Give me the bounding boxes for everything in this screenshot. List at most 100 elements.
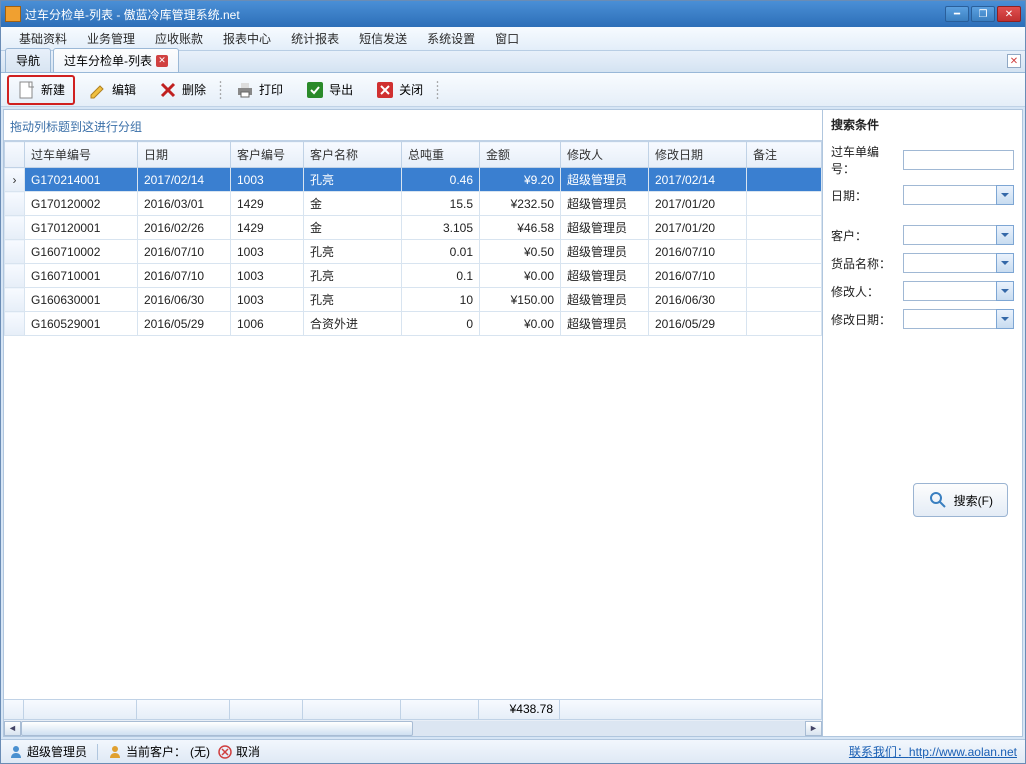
edit-button[interactable]: 编辑 [79, 76, 145, 104]
table-row[interactable]: G1606300012016/06/301003孔亮10¥150.00超级管理员… [5, 288, 822, 312]
dropdown-icon[interactable] [996, 185, 1014, 205]
menu-sms[interactable]: 短信发送 [349, 27, 417, 50]
content-area: 拖动列标题到这进行分组 过车单编号 日期 客户编号 客户名称 总吨重 金额 修改… [3, 109, 1023, 737]
dropdown-icon[interactable] [996, 309, 1014, 329]
export-button[interactable]: 导出 [296, 76, 362, 104]
search-button-wrap: 搜索(F) [823, 333, 1022, 736]
table-row[interactable]: G1701200022016/03/011429金15.5¥232.50超级管理… [5, 192, 822, 216]
status-customer: 当前客户： (无) 取消 [108, 743, 260, 760]
app-icon [5, 6, 21, 22]
toolbar: 新建 编辑 删除 打印 导出 关闭 [1, 73, 1025, 107]
table-row[interactable]: G1701200012016/02/261429金3.105¥46.58超级管理… [5, 216, 822, 240]
toolbar-sep [219, 78, 222, 102]
inp-product[interactable] [903, 253, 1014, 273]
tab-bar: 导航 过车分检单-列表 ✕ ✕ [1, 51, 1025, 73]
status-cust-label: 当前客户： [126, 743, 186, 760]
inp-modifier[interactable] [903, 281, 1014, 301]
col-mod[interactable]: 修改人 [561, 142, 649, 168]
lbl-product: 货品名称： [831, 255, 899, 272]
tab-list[interactable]: 过车分检单-列表 ✕ [53, 48, 179, 72]
user-icon [9, 745, 23, 759]
menu-basic[interactable]: 基础资料 [9, 27, 77, 50]
scroll-thumb[interactable] [21, 721, 413, 736]
delete-button[interactable]: 删除 [149, 76, 215, 104]
status-cancel[interactable]: 取消 [236, 743, 260, 760]
new-button[interactable]: 新建 [7, 75, 75, 105]
col-cno[interactable]: 客户编号 [231, 142, 304, 168]
close-icon [375, 80, 395, 100]
tab-list-label: 过车分检单-列表 [64, 52, 152, 69]
person-icon [108, 745, 122, 759]
menu-settings[interactable]: 系统设置 [417, 27, 485, 50]
close-button[interactable]: ✕ [997, 6, 1021, 22]
data-grid-header: 过车单编号 日期 客户编号 客户名称 总吨重 金额 修改人 修改日期 备注 ›G… [4, 141, 822, 336]
lbl-modifier: 修改人： [831, 283, 899, 300]
close-panel-button[interactable]: 关闭 [366, 76, 432, 104]
dropdown-icon[interactable] [996, 253, 1014, 273]
rowhdr-col[interactable] [5, 142, 25, 168]
col-wt[interactable]: 总吨重 [402, 142, 480, 168]
status-cust-value: (无) [190, 743, 210, 760]
lbl-billno: 过车单编号： [831, 143, 899, 177]
menu-window[interactable]: 窗口 [485, 27, 529, 50]
search-pane: 搜索条件 过车单编号： 日期： 客户： 货品名称： 修改人： 修改日期： 搜 [822, 110, 1022, 736]
search-icon [928, 490, 948, 510]
edit-icon [88, 80, 108, 100]
table-row[interactable]: G1607100012016/07/101003孔亮0.1¥0.00超级管理员2… [5, 264, 822, 288]
export-label: 导出 [329, 81, 353, 98]
col-billno[interactable]: 过车单编号 [25, 142, 138, 168]
new-icon [17, 80, 37, 100]
status-sep [97, 744, 98, 760]
print-button[interactable]: 打印 [226, 76, 292, 104]
menu-report[interactable]: 报表中心 [213, 27, 281, 50]
inp-customer[interactable] [903, 225, 1014, 245]
search-form: 过车单编号： 日期： 客户： 货品名称： 修改人： 修改日期： [823, 139, 1022, 333]
status-bar: 超级管理员 当前客户： (无) 取消 联系我们：http://www.aolan… [1, 739, 1025, 763]
menu-stats[interactable]: 统计报表 [281, 27, 349, 50]
tab-nav[interactable]: 导航 [5, 48, 51, 72]
new-label: 新建 [41, 81, 65, 98]
tab-nav-label: 导航 [16, 52, 40, 69]
window-buttons: ━ ❐ ✕ [945, 6, 1021, 22]
scroll-track[interactable] [21, 721, 805, 736]
search-button[interactable]: 搜索(F) [913, 483, 1008, 517]
dropdown-icon[interactable] [996, 225, 1014, 245]
scroll-left[interactable]: ◄ [4, 721, 21, 736]
grid-pane: 拖动列标题到这进行分组 过车单编号 日期 客户编号 客户名称 总吨重 金额 修改… [4, 110, 822, 736]
dropdown-icon[interactable] [996, 281, 1014, 301]
grid-empty-area[interactable] [4, 336, 822, 699]
search-title: 搜索条件 [823, 110, 1022, 139]
col-amt[interactable]: 金额 [480, 142, 561, 168]
toolbar-sep2 [436, 78, 439, 102]
export-icon [305, 80, 325, 100]
header-row: 过车单编号 日期 客户编号 客户名称 总吨重 金额 修改人 修改日期 备注 [5, 142, 822, 168]
contact-link[interactable]: 联系我们：http://www.aolan.net [849, 743, 1017, 760]
close-label: 关闭 [399, 81, 423, 98]
col-date[interactable]: 日期 [138, 142, 231, 168]
table-row[interactable]: G1607100022016/07/101003孔亮0.01¥0.50超级管理员… [5, 240, 822, 264]
col-mdate[interactable]: 修改日期 [649, 142, 747, 168]
table-row[interactable]: ›G1702140012017/02/141003孔亮0.46¥9.20超级管理… [5, 168, 822, 192]
minimize-button[interactable]: ━ [945, 6, 969, 22]
col-note[interactable]: 备注 [747, 142, 822, 168]
menu-business[interactable]: 业务管理 [77, 27, 145, 50]
title-bar[interactable]: 过车分检单-列表 - 傲蓝冷库管理系统.net ━ ❐ ✕ [1, 1, 1025, 27]
inp-billno[interactable] [903, 150, 1014, 170]
grid-wrap: 过车单编号 日期 客户编号 客户名称 总吨重 金额 修改人 修改日期 备注 ›G… [4, 140, 822, 736]
h-scrollbar[interactable]: ◄ ► [4, 719, 822, 736]
lbl-moddate: 修改日期： [831, 311, 899, 328]
tab-close-icon[interactable]: ✕ [156, 55, 168, 67]
group-hint[interactable]: 拖动列标题到这进行分组 [4, 110, 822, 140]
menu-receivable[interactable]: 应收账款 [145, 27, 213, 50]
tabs-close-all[interactable]: ✕ [1007, 54, 1021, 68]
col-cname[interactable]: 客户名称 [304, 142, 402, 168]
cancel-icon[interactable] [218, 745, 232, 759]
lbl-date: 日期： [831, 187, 899, 204]
maximize-button[interactable]: ❐ [971, 6, 995, 22]
table-row[interactable]: G1605290012016/05/291006合资外进0¥0.00超级管理员2… [5, 312, 822, 336]
scroll-right[interactable]: ► [805, 721, 822, 736]
app-window: 过车分检单-列表 - 傲蓝冷库管理系统.net ━ ❐ ✕ 基础资料 业务管理 … [0, 0, 1026, 764]
inp-moddate[interactable] [903, 309, 1014, 329]
footer-total: ¥438.78 [479, 700, 560, 719]
inp-date[interactable] [903, 185, 1014, 205]
